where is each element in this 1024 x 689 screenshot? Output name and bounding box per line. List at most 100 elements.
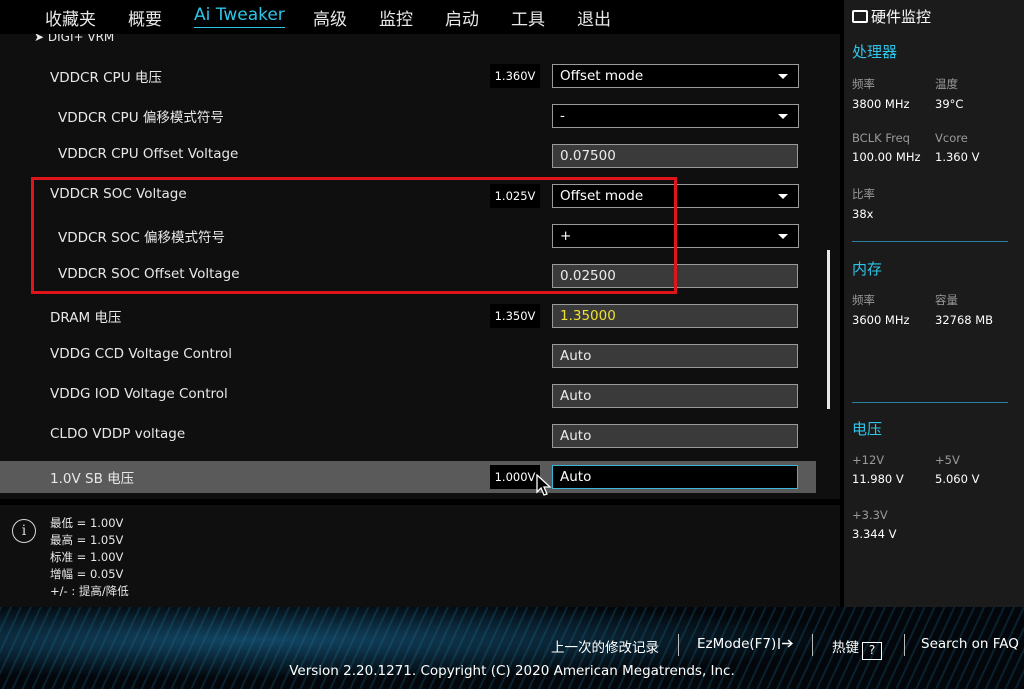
help-line: 增幅 = 0.05V [50, 567, 124, 581]
dropdown-arrow-icon [778, 194, 788, 199]
tab-exit[interactable]: 退出 [577, 5, 611, 30]
tab-boot[interactable]: 启动 [445, 5, 479, 30]
help-text: 最低 = 1.00V 最高 = 1.05V 标准 = 1.00V 增幅 = 0.… [50, 515, 129, 600]
stat-label: 比率 [852, 187, 875, 201]
stat-value: 38x [852, 207, 874, 221]
vddcr-cpu-offset-voltage-input[interactable]: 0.07500 [552, 144, 798, 168]
memory-section-title: 内存 [852, 260, 883, 278]
cpu-frequency: 频率 3800 MHz [852, 76, 910, 111]
footer-bar: 上一次的修改记录 EzMode(F7) 热键? Search on FAQ Ve… [0, 607, 1024, 689]
section-divider [852, 241, 1008, 242]
footer-divider [812, 634, 813, 656]
stat-label: 频率 [852, 293, 875, 307]
voltage-section-title: 电压 [852, 420, 883, 438]
cldo-vddp-input[interactable]: Auto [552, 424, 798, 448]
dropdown-arrow-icon [778, 114, 788, 119]
highlight-annotation-box [31, 177, 677, 294]
search-faq-button[interactable]: Search on FAQ [921, 636, 1019, 652]
settings-pane: ➤ DIGI+ VRM VDDCR CPU 电压 1.360V Offset m… [0, 34, 840, 499]
tab-monitor[interactable]: 监控 [379, 5, 413, 30]
tab-favorites[interactable]: 收藏夹 [45, 5, 96, 30]
voltage-12v: +12V 11.980 V [852, 453, 904, 486]
setting-row-cldo-vddp[interactable]: CLDO VDDP voltage Auto [0, 420, 816, 452]
vddcr-cpu-mode-select[interactable]: Offset mode [552, 64, 799, 88]
setting-label: DRAM 电压 [50, 310, 122, 326]
chevron-right-icon: ➤ [34, 34, 45, 44]
ezmode-button[interactable]: EzMode(F7) [697, 636, 794, 652]
footer-divider [678, 634, 679, 656]
setting-label: VDDCR CPU 偏移模式符号 [58, 110, 224, 126]
setting-row-vddcr-cpu-offset-sign[interactable]: VDDCR CPU 偏移模式符号 - [0, 100, 816, 132]
breadcrumb-label: DIGI+ VRM [47, 34, 115, 44]
1v0-sb-voltage-input[interactable]: Auto [552, 465, 798, 489]
setting-row-vddg-ccd[interactable]: VDDG CCD Voltage Control Auto [0, 340, 816, 372]
memory-capacity: 容量 32768 MB [935, 292, 993, 327]
tab-ai-tweaker[interactable]: Ai Tweaker [194, 5, 285, 28]
stat-value: 100.00 MHz [852, 150, 921, 164]
setting-row-vddcr-cpu-offset-voltage[interactable]: VDDCR CPU Offset Voltage 0.07500 [0, 140, 816, 172]
info-icon: i [12, 519, 36, 543]
dropdown-arrow-icon [778, 74, 788, 79]
setting-row-vddcr-cpu-voltage[interactable]: VDDCR CPU 电压 1.360V Offset mode [0, 60, 816, 92]
voltage-3v3: +3.3V 3.344 V [852, 508, 896, 541]
setting-label: VDDG IOD Voltage Control [50, 386, 228, 402]
vddg-ccd-input[interactable]: Auto [552, 344, 798, 368]
stat-value: 5.060 V [935, 472, 980, 486]
cpu-ratio: 比率 38x [852, 186, 875, 221]
help-line: +/- : 提高/降低 [50, 584, 129, 598]
section-divider [852, 402, 1008, 403]
stat-value: 39°C [935, 97, 964, 111]
setting-label: 1.0V SB 电压 [50, 471, 135, 487]
help-line: 最低 = 1.00V [50, 516, 124, 530]
mouse-pointer-icon [536, 474, 552, 496]
hotkeys-label: 热键 [832, 640, 859, 656]
bclk-frequency: BCLK Freq 100.00 MHz [852, 131, 921, 164]
monitor-title-label: 硬件监控 [871, 8, 932, 26]
stat-label: Vcore [935, 131, 968, 145]
stat-label: +3.3V [852, 508, 888, 522]
top-menu: 收藏夹 概要 Ai Tweaker 高级 监控 启动 工具 退出 [0, 0, 840, 34]
monitor-title: 硬件监控 [852, 6, 931, 27]
current-voltage: 1.350V [490, 304, 540, 328]
setting-row-vddg-iod[interactable]: VDDG IOD Voltage Control Auto [0, 380, 816, 412]
cpu-temperature: 温度 39°C [935, 76, 963, 111]
setting-row-dram-voltage[interactable]: DRAM 电压 1.350V 1.35000 [0, 300, 816, 332]
setting-label: CLDO VDDP voltage [50, 426, 186, 442]
vddcr-cpu-offset-sign-select[interactable]: - [552, 104, 799, 128]
current-voltage: 1.000V [490, 465, 540, 489]
breadcrumb[interactable]: ➤ DIGI+ VRM [34, 34, 114, 44]
dropdown-arrow-icon [778, 234, 788, 239]
setting-row-1v0-sb-voltage[interactable]: 1.0V SB 电压 1.000V Auto [0, 461, 816, 493]
stat-value: 3.344 V [852, 527, 897, 541]
memory-frequency: 频率 3600 MHz [852, 292, 910, 327]
tab-tool[interactable]: 工具 [511, 5, 545, 30]
stat-value: 3800 MHz [852, 97, 910, 111]
current-voltage: 1.360V [490, 64, 540, 88]
stat-label: +12V [852, 453, 885, 467]
vddg-iod-input[interactable]: Auto [552, 384, 798, 408]
voltage-5v: +5V 5.060 V [935, 453, 979, 486]
hardware-monitor-panel: 硬件监控 处理器 频率 3800 MHz 温度 39°C BCLK Freq 1… [844, 0, 1024, 607]
stat-label: 频率 [852, 77, 875, 91]
help-line: 最高 = 1.05V [50, 533, 124, 547]
setting-label: VDDG CCD Voltage Control [50, 346, 233, 362]
help-line: 标准 = 1.00V [50, 550, 124, 564]
setting-label: VDDCR CPU Offset Voltage [58, 146, 239, 162]
stat-value: 11.980 V [852, 472, 904, 486]
tab-main[interactable]: 概要 [128, 5, 162, 30]
stat-value: 1.360 V [935, 150, 980, 164]
help-panel: i 最低 = 1.00V 最高 = 1.05V 标准 = 1.00V 增幅 = … [0, 505, 840, 607]
vcore: Vcore 1.360 V [935, 131, 979, 164]
select-value: - [560, 108, 565, 124]
select-value: Offset mode [560, 68, 644, 84]
scrollbar[interactable] [827, 250, 830, 409]
setting-label: VDDCR CPU 电压 [50, 70, 162, 86]
footer-divider [904, 634, 905, 656]
question-key-icon: ? [862, 642, 882, 660]
last-modified-button[interactable]: 上一次的修改记录 [551, 636, 659, 656]
dram-voltage-input[interactable]: 1.35000 [552, 304, 798, 328]
tab-advanced[interactable]: 高级 [313, 5, 347, 30]
stat-label: 容量 [935, 293, 958, 307]
version-text: Version 2.20.1271. Copyright (C) 2020 Am… [289, 663, 735, 679]
hotkeys-button[interactable]: 热键? [832, 636, 882, 660]
